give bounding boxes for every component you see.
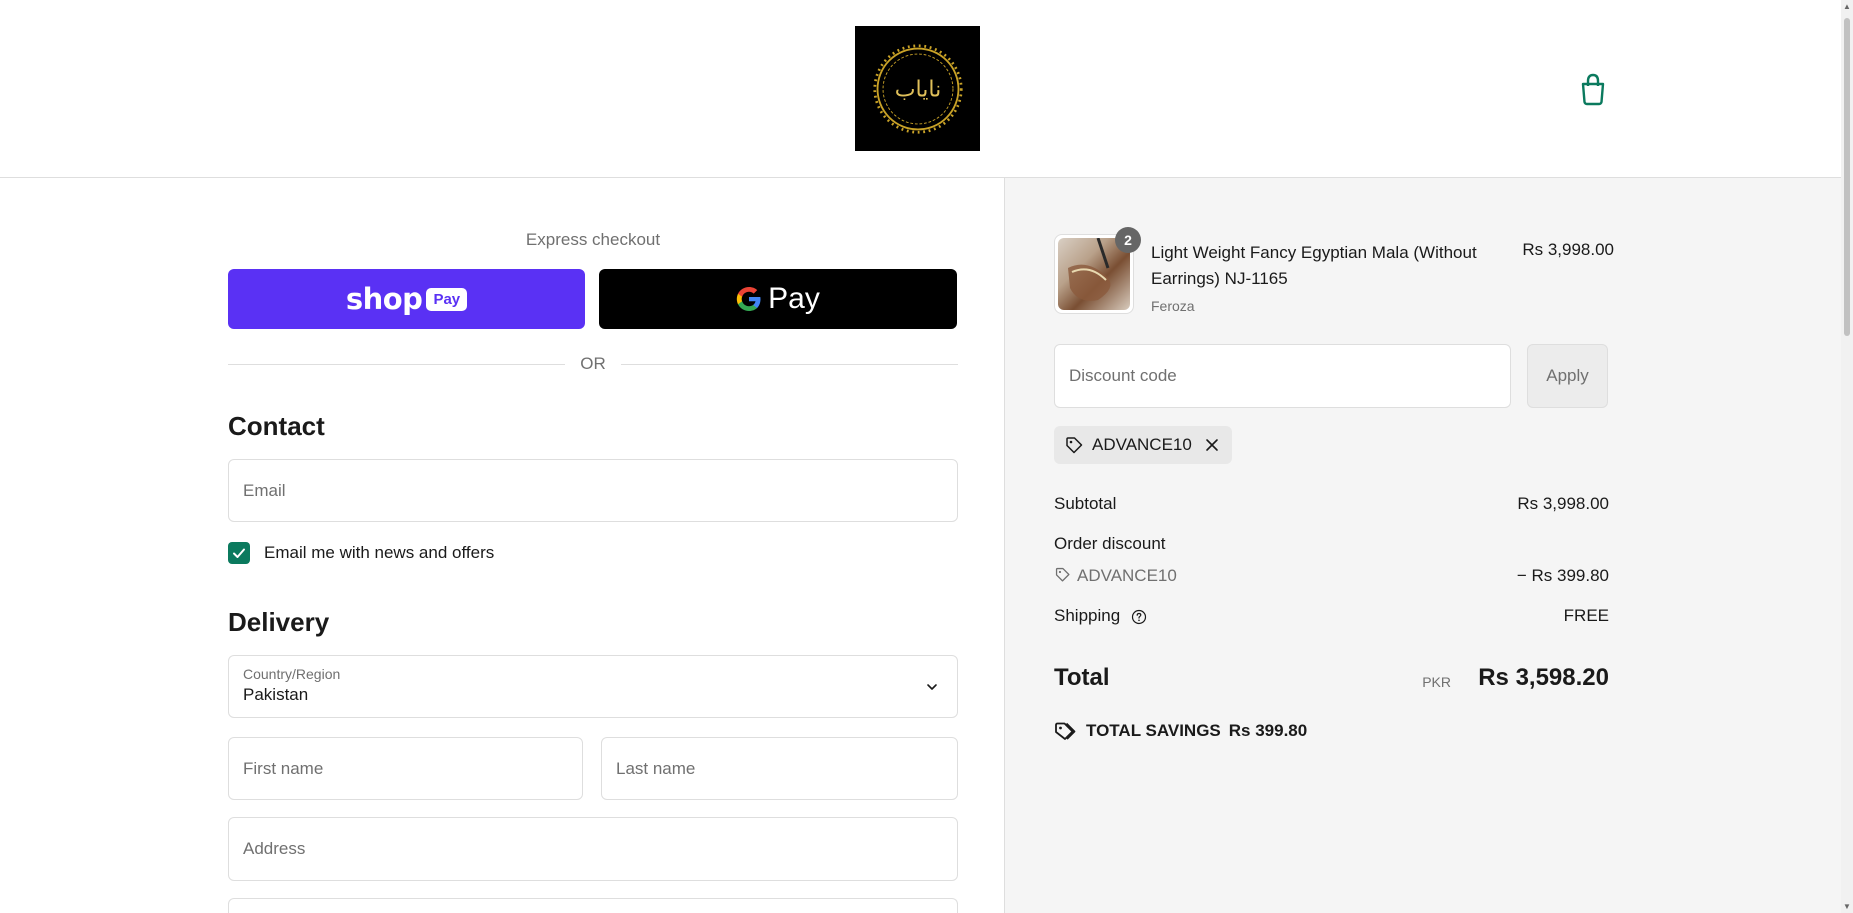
google-pay-label: Pay — [768, 282, 820, 315]
product-thumbnail: 2 — [1054, 227, 1141, 314]
scroll-down-icon[interactable]: ▼ — [1843, 902, 1851, 911]
google-pay-button[interactable]: Pay — [599, 269, 957, 329]
scrollbar-thumb[interactable] — [1844, 18, 1850, 336]
savings-value: Rs 399.80 — [1228, 721, 1308, 740]
order-discount-value: − Rs 399.80 — [1516, 566, 1609, 585]
checkout-form: Express checkout shop Pay Pay OR Contact… — [0, 178, 1004, 913]
shop-pay-button[interactable]: shop Pay — [228, 269, 585, 329]
email-placeholder: Email — [243, 480, 286, 500]
checkout-header: نایاب — [0, 0, 1841, 178]
store-logo[interactable]: نایاب — [855, 26, 980, 151]
last-name-field[interactable]: Last name — [601, 737, 958, 800]
newsletter-option[interactable]: Email me with news and offers — [228, 540, 494, 566]
country-select[interactable]: Country/Region Pakistan — [228, 655, 958, 718]
checkmark-icon — [233, 548, 245, 558]
apartment-field[interactable] — [228, 898, 958, 913]
shop-pay-wordmark: shop — [345, 282, 423, 316]
tag-icon — [1066, 437, 1083, 454]
discount-code-placeholder: Discount code — [1069, 366, 1177, 385]
total-value: Rs 3,598.20 — [1478, 664, 1609, 691]
total-label: Total — [1054, 664, 1110, 691]
address-placeholder: Address — [243, 839, 306, 858]
store-logo-text: نایاب — [894, 77, 941, 102]
first-name-placeholder: First name — [243, 758, 324, 778]
subtotal-value: Rs 3,998.00 — [1517, 494, 1609, 513]
shopping-bag-icon — [1581, 73, 1605, 106]
total-row: Total PKR Rs 3,598.20 — [1054, 662, 1609, 696]
tag-icon — [1055, 567, 1070, 582]
or-divider: OR — [228, 354, 958, 374]
contact-title: Contact — [228, 411, 325, 441]
express-checkout-label: Express checkout — [525, 230, 661, 249]
google-g-icon — [736, 287, 761, 311]
email-field[interactable]: Email — [228, 459, 958, 522]
shop-pay-badge: Pay — [426, 287, 468, 311]
subtotal-label: Subtotal — [1054, 494, 1117, 513]
last-name-placeholder: Last name — [616, 758, 696, 778]
delivery-title: Delivery — [228, 607, 330, 637]
order-discount-label: Order discount — [1054, 534, 1166, 553]
address-field[interactable]: Address — [228, 817, 958, 881]
total-currency: PKR — [1422, 674, 1451, 690]
applied-discount-code: ADVANCE10 — [1092, 435, 1192, 454]
order-discount-code: ADVANCE10 — [1077, 566, 1177, 585]
order-discount-detail: ADVANCE10 − Rs 399.80 — [1054, 566, 1609, 586]
chevron-down-icon — [927, 684, 937, 690]
scroll-up-icon[interactable]: ▲ — [1843, 2, 1851, 11]
store-logo-emblem: نایاب — [872, 43, 963, 134]
savings-tag-icon — [1055, 722, 1076, 740]
shipping-value: FREE — [1563, 606, 1609, 625]
newsletter-label: Email me with news and offers — [264, 543, 495, 562]
applied-discount-chip: ADVANCE10 — [1054, 426, 1232, 464]
order-discount-row: Order discount — [1054, 534, 1609, 554]
first-name-field[interactable]: First name — [228, 737, 583, 800]
order-summary: 2 Light Weight Fancy Egyptian Mala (With… — [1004, 178, 1841, 913]
country-value: Pakistan — [243, 685, 309, 704]
help-circle-icon[interactable] — [1131, 609, 1147, 625]
cart-button[interactable] — [1578, 72, 1608, 106]
country-label: Country/Region — [243, 666, 341, 682]
quantity-badge: 2 — [1115, 227, 1141, 253]
newsletter-checkbox[interactable] — [228, 542, 250, 564]
savings-label: TOTAL SAVINGS — [1086, 721, 1221, 740]
product-price: Rs 3,998.00 — [1522, 240, 1614, 259]
subtotal-row: Subtotal Rs 3,998.00 — [1054, 494, 1609, 514]
total-savings: TOTAL SAVINGS Rs 399.80 — [1054, 720, 1307, 742]
apply-discount-button[interactable]: Apply — [1527, 344, 1608, 408]
discount-code-field[interactable]: Discount code — [1054, 344, 1511, 408]
remove-discount-icon[interactable] — [1204, 437, 1220, 453]
product-variant: Feroza — [1151, 298, 1195, 314]
line-item: 2 Light Weight Fancy Egyptian Mala (With… — [1054, 227, 1614, 314]
shipping-row: Shipping FREE — [1054, 606, 1609, 626]
product-title: Light Weight Fancy Egyptian Mala (Withou… — [1151, 243, 1477, 288]
page-scrollbar[interactable]: ▲ ▼ — [1841, 0, 1853, 913]
shipping-label: Shipping — [1054, 606, 1121, 625]
